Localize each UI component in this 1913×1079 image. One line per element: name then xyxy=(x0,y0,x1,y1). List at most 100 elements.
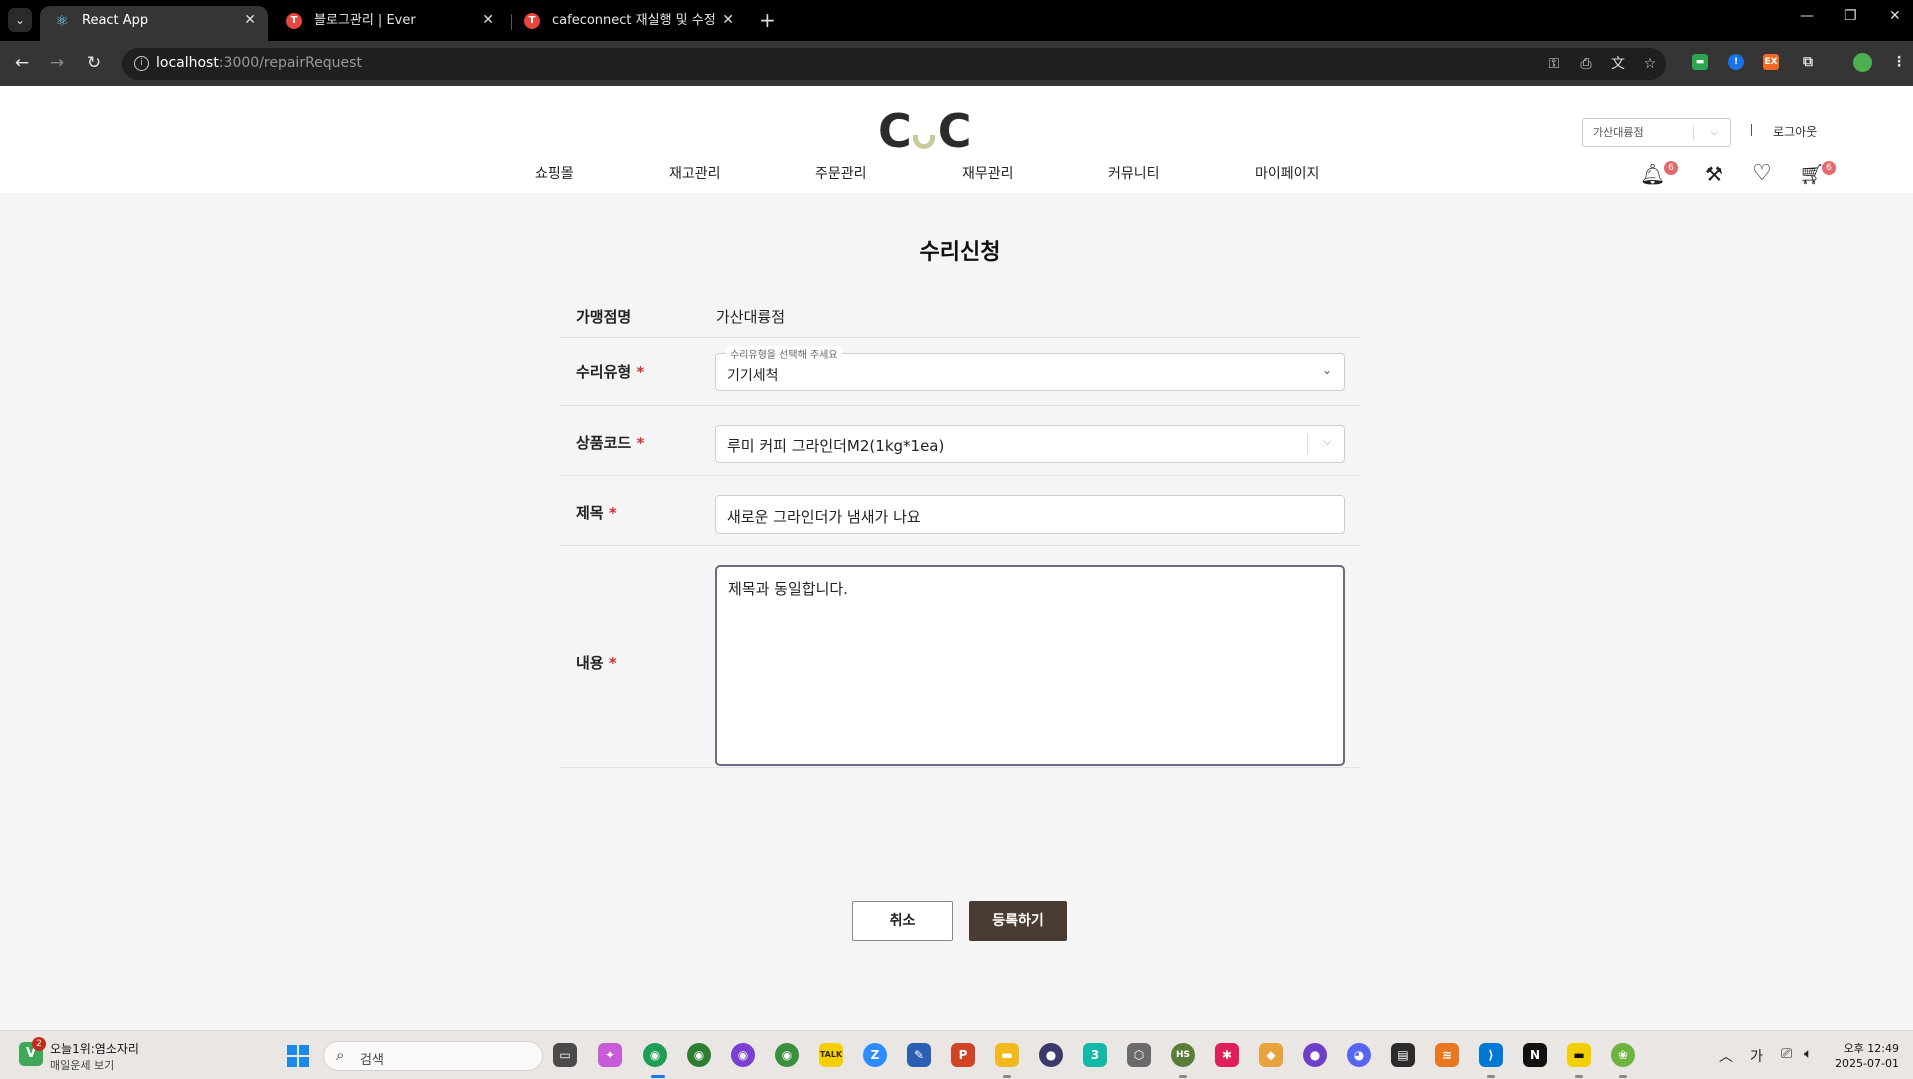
content-value: 제목과 동일합니다. xyxy=(728,580,848,598)
bell-icon[interactable]: 🔔︎ xyxy=(1640,162,1665,186)
discord-icon[interactable]: ◕ xyxy=(1347,1043,1371,1067)
repair-type-select[interactable]: 수리유형을 선택해 주세요 기기세척 ⌄ xyxy=(715,346,1345,391)
box-app-icon[interactable]: ⬡ xyxy=(1127,1043,1151,1067)
tab-search-button[interactable]: ⌄ xyxy=(8,8,32,32)
heart-icon[interactable]: ♡ xyxy=(1750,162,1774,186)
chrome-profile-3-icon[interactable]: ◉ xyxy=(775,1043,799,1067)
nav-inventory[interactable]: 재고관리 xyxy=(669,163,721,183)
tab-cafeconnect[interactable]: T cafeconnect 재실행 및 수정 ✕ xyxy=(510,6,746,41)
taskbar-time[interactable]: 오후 12:49 xyxy=(1843,1040,1899,1056)
content-textarea[interactable]: 제목과 동일합니다. xyxy=(715,565,1345,766)
product-row: 상품코드 * 루미 커피 그라인더M2(1kg*1ea) ⌵ xyxy=(560,406,1360,476)
hs-app-icon[interactable]: HS xyxy=(1171,1043,1195,1067)
ime-indicator[interactable]: 가 xyxy=(1750,1046,1763,1066)
spring-tool-icon[interactable]: ❀ xyxy=(1611,1043,1635,1067)
minimize-icon[interactable]: — xyxy=(1800,8,1814,24)
volume-icon[interactable]: 🔈︎ xyxy=(1804,1046,1812,1062)
bookmark-star-icon[interactable]: ☆ xyxy=(1641,56,1659,72)
forward-icon[interactable]: → xyxy=(46,53,68,73)
submit-button[interactable]: 등록하기 xyxy=(969,901,1067,941)
jmeter-icon[interactable]: ≋ xyxy=(1435,1043,1459,1067)
close-icon[interactable]: ✕ xyxy=(482,6,494,35)
copilot-icon[interactable]: ✦ xyxy=(598,1043,622,1067)
taskbar-date[interactable]: 2025-07-01 xyxy=(1830,1057,1899,1070)
cart-icon[interactable]: 🛒︎ xyxy=(1799,162,1824,186)
repair-type-row: 수리유형 * 수리유형을 선택해 주세요 기기세척 ⌄ xyxy=(560,338,1360,406)
site-info-icon[interactable]: i xyxy=(134,56,149,71)
task-view-icon[interactable]: ▭ xyxy=(553,1043,577,1067)
site-header: CC 가산대륭점 ⌵ 로그아웃 쇼핑몰 재고관리 주문관리 재무관리 커뮤니티 … xyxy=(0,86,1913,193)
windows-start-icon[interactable] xyxy=(287,1045,309,1067)
password-key-icon[interactable]: ⚿ xyxy=(1545,56,1563,72)
kakaotalk-icon[interactable]: TALK xyxy=(819,1043,843,1067)
more-menu-icon[interactable]: ⋮ xyxy=(1891,54,1907,70)
tistory-icon: T xyxy=(286,13,302,29)
zoom-icon[interactable]: Z xyxy=(863,1043,887,1067)
header-divider xyxy=(1751,124,1752,136)
repair-tools-icon[interactable]: ⚒ xyxy=(1702,162,1726,186)
close-icon[interactable]: ✕ xyxy=(722,6,734,35)
subject-row: 제목 * 새로운 그라인더가 냄새가 나요 xyxy=(560,476,1360,546)
address-bar[interactable]: i localhost:3000/repairRequest ⚿ ⎙ 文 ☆ xyxy=(122,48,1666,80)
back-icon[interactable]: ← xyxy=(11,53,33,73)
select-divider xyxy=(1307,434,1308,454)
extension-blue-icon[interactable]: ! xyxy=(1728,54,1744,70)
cart-badge: 6 xyxy=(1822,161,1836,175)
nav-shopping[interactable]: 쇼핑몰 xyxy=(535,163,574,183)
install-app-icon[interactable]: ⎙ xyxy=(1577,56,1595,72)
product-select[interactable]: 루미 커피 그라인더M2(1kg*1ea) ⌵ xyxy=(715,425,1345,463)
nav-mypage[interactable]: 마이페이지 xyxy=(1255,163,1319,183)
extensions-puzzle-icon[interactable]: ⧉ xyxy=(1800,54,1816,70)
search-icon: ⌕ xyxy=(336,1046,345,1064)
widget-headline[interactable]: 오늘1위:염소자리 xyxy=(50,1040,139,1057)
notion-icon[interactable]: N xyxy=(1523,1043,1547,1067)
network-icon[interactable]: ⎚ xyxy=(1781,1046,1792,1062)
nav-community[interactable]: 커뮤니티 xyxy=(1108,163,1160,183)
sticky-notes-icon[interactable]: ▬ xyxy=(1567,1043,1591,1067)
chrome-icon[interactable]: ◉ xyxy=(643,1043,667,1067)
restore-icon[interactable]: ❐ xyxy=(1844,8,1857,24)
browser-toolbar: ← → ↻ i localhost:3000/repairRequest ⚿ ⎙… xyxy=(0,41,1913,86)
taskbar-search[interactable]: ⌕ 검색 xyxy=(323,1041,543,1071)
tray-overflow-icon[interactable]: ︿ xyxy=(1719,1046,1733,1066)
site-logo[interactable]: CC xyxy=(878,104,972,158)
widget-subtext[interactable]: 매일운세 보기 xyxy=(50,1057,114,1073)
tab-blog[interactable]: T 블로그관리 | Ever ✕ xyxy=(272,6,506,41)
nav-orders[interactable]: 주문관리 xyxy=(815,163,867,183)
logout-link[interactable]: 로그아웃 xyxy=(1773,123,1817,140)
chrome-profile-icon[interactable]: ◉ xyxy=(687,1043,711,1067)
tab-react-app[interactable]: ⚛ React App ✕ xyxy=(40,6,268,41)
repair-type-value: 기기세척 xyxy=(727,368,779,384)
chevron-down-icon: ⌵ xyxy=(1710,127,1718,138)
new-tab-button[interactable]: + xyxy=(759,6,776,35)
translate-icon[interactable]: 文 xyxy=(1609,56,1627,72)
slack-icon[interactable]: ✱ xyxy=(1215,1043,1239,1067)
chrome-profile-2-icon[interactable]: ◉ xyxy=(731,1043,755,1067)
powerpoint-icon[interactable]: P xyxy=(951,1043,975,1067)
store-select[interactable]: 가산대륭점 ⌵ xyxy=(1582,118,1731,147)
store-label: 가맹점명 xyxy=(576,308,632,326)
eclipse-icon[interactable]: ● xyxy=(1039,1043,1063,1067)
vscode-icon[interactable]: ⟩ xyxy=(1479,1043,1503,1067)
profile-avatar[interactable] xyxy=(1853,53,1872,72)
product-value: 루미 커피 그라인더M2(1kg*1ea) xyxy=(727,437,945,455)
close-window-icon[interactable]: ✕ xyxy=(1889,8,1901,24)
github-icon[interactable]: ● xyxy=(1303,1043,1327,1067)
cancel-button[interactable]: 취소 xyxy=(852,901,953,941)
content-row: 내용 * 제목과 동일합니다. xyxy=(560,546,1360,768)
close-icon[interactable]: ✕ xyxy=(244,6,256,35)
widget-badge: 2 xyxy=(32,1037,46,1051)
store-value: 가산대륭점 xyxy=(716,308,786,326)
reload-icon[interactable]: ↻ xyxy=(83,53,105,73)
subject-input[interactable]: 새로운 그라인더가 냄새가 나요 xyxy=(715,495,1345,534)
terminal-icon[interactable]: ▤ xyxy=(1391,1043,1415,1067)
sourcetree-icon[interactable]: ◆ xyxy=(1259,1043,1283,1067)
notepad-icon[interactable]: ✎ xyxy=(907,1043,931,1067)
app-3-icon[interactable]: 3 xyxy=(1083,1043,1107,1067)
running-indicator xyxy=(1619,1075,1627,1078)
extension-orange-icon[interactable]: EX xyxy=(1763,54,1779,70)
nav-finance[interactable]: 재무관리 xyxy=(962,163,1014,183)
page-content: CC 가산대륭점 ⌵ 로그아웃 쇼핑몰 재고관리 주문관리 재무관리 커뮤니티 … xyxy=(0,86,1913,1030)
file-explorer-icon[interactable]: ▬ xyxy=(995,1043,1019,1067)
extension-green-icon[interactable]: ▬ xyxy=(1692,54,1708,70)
